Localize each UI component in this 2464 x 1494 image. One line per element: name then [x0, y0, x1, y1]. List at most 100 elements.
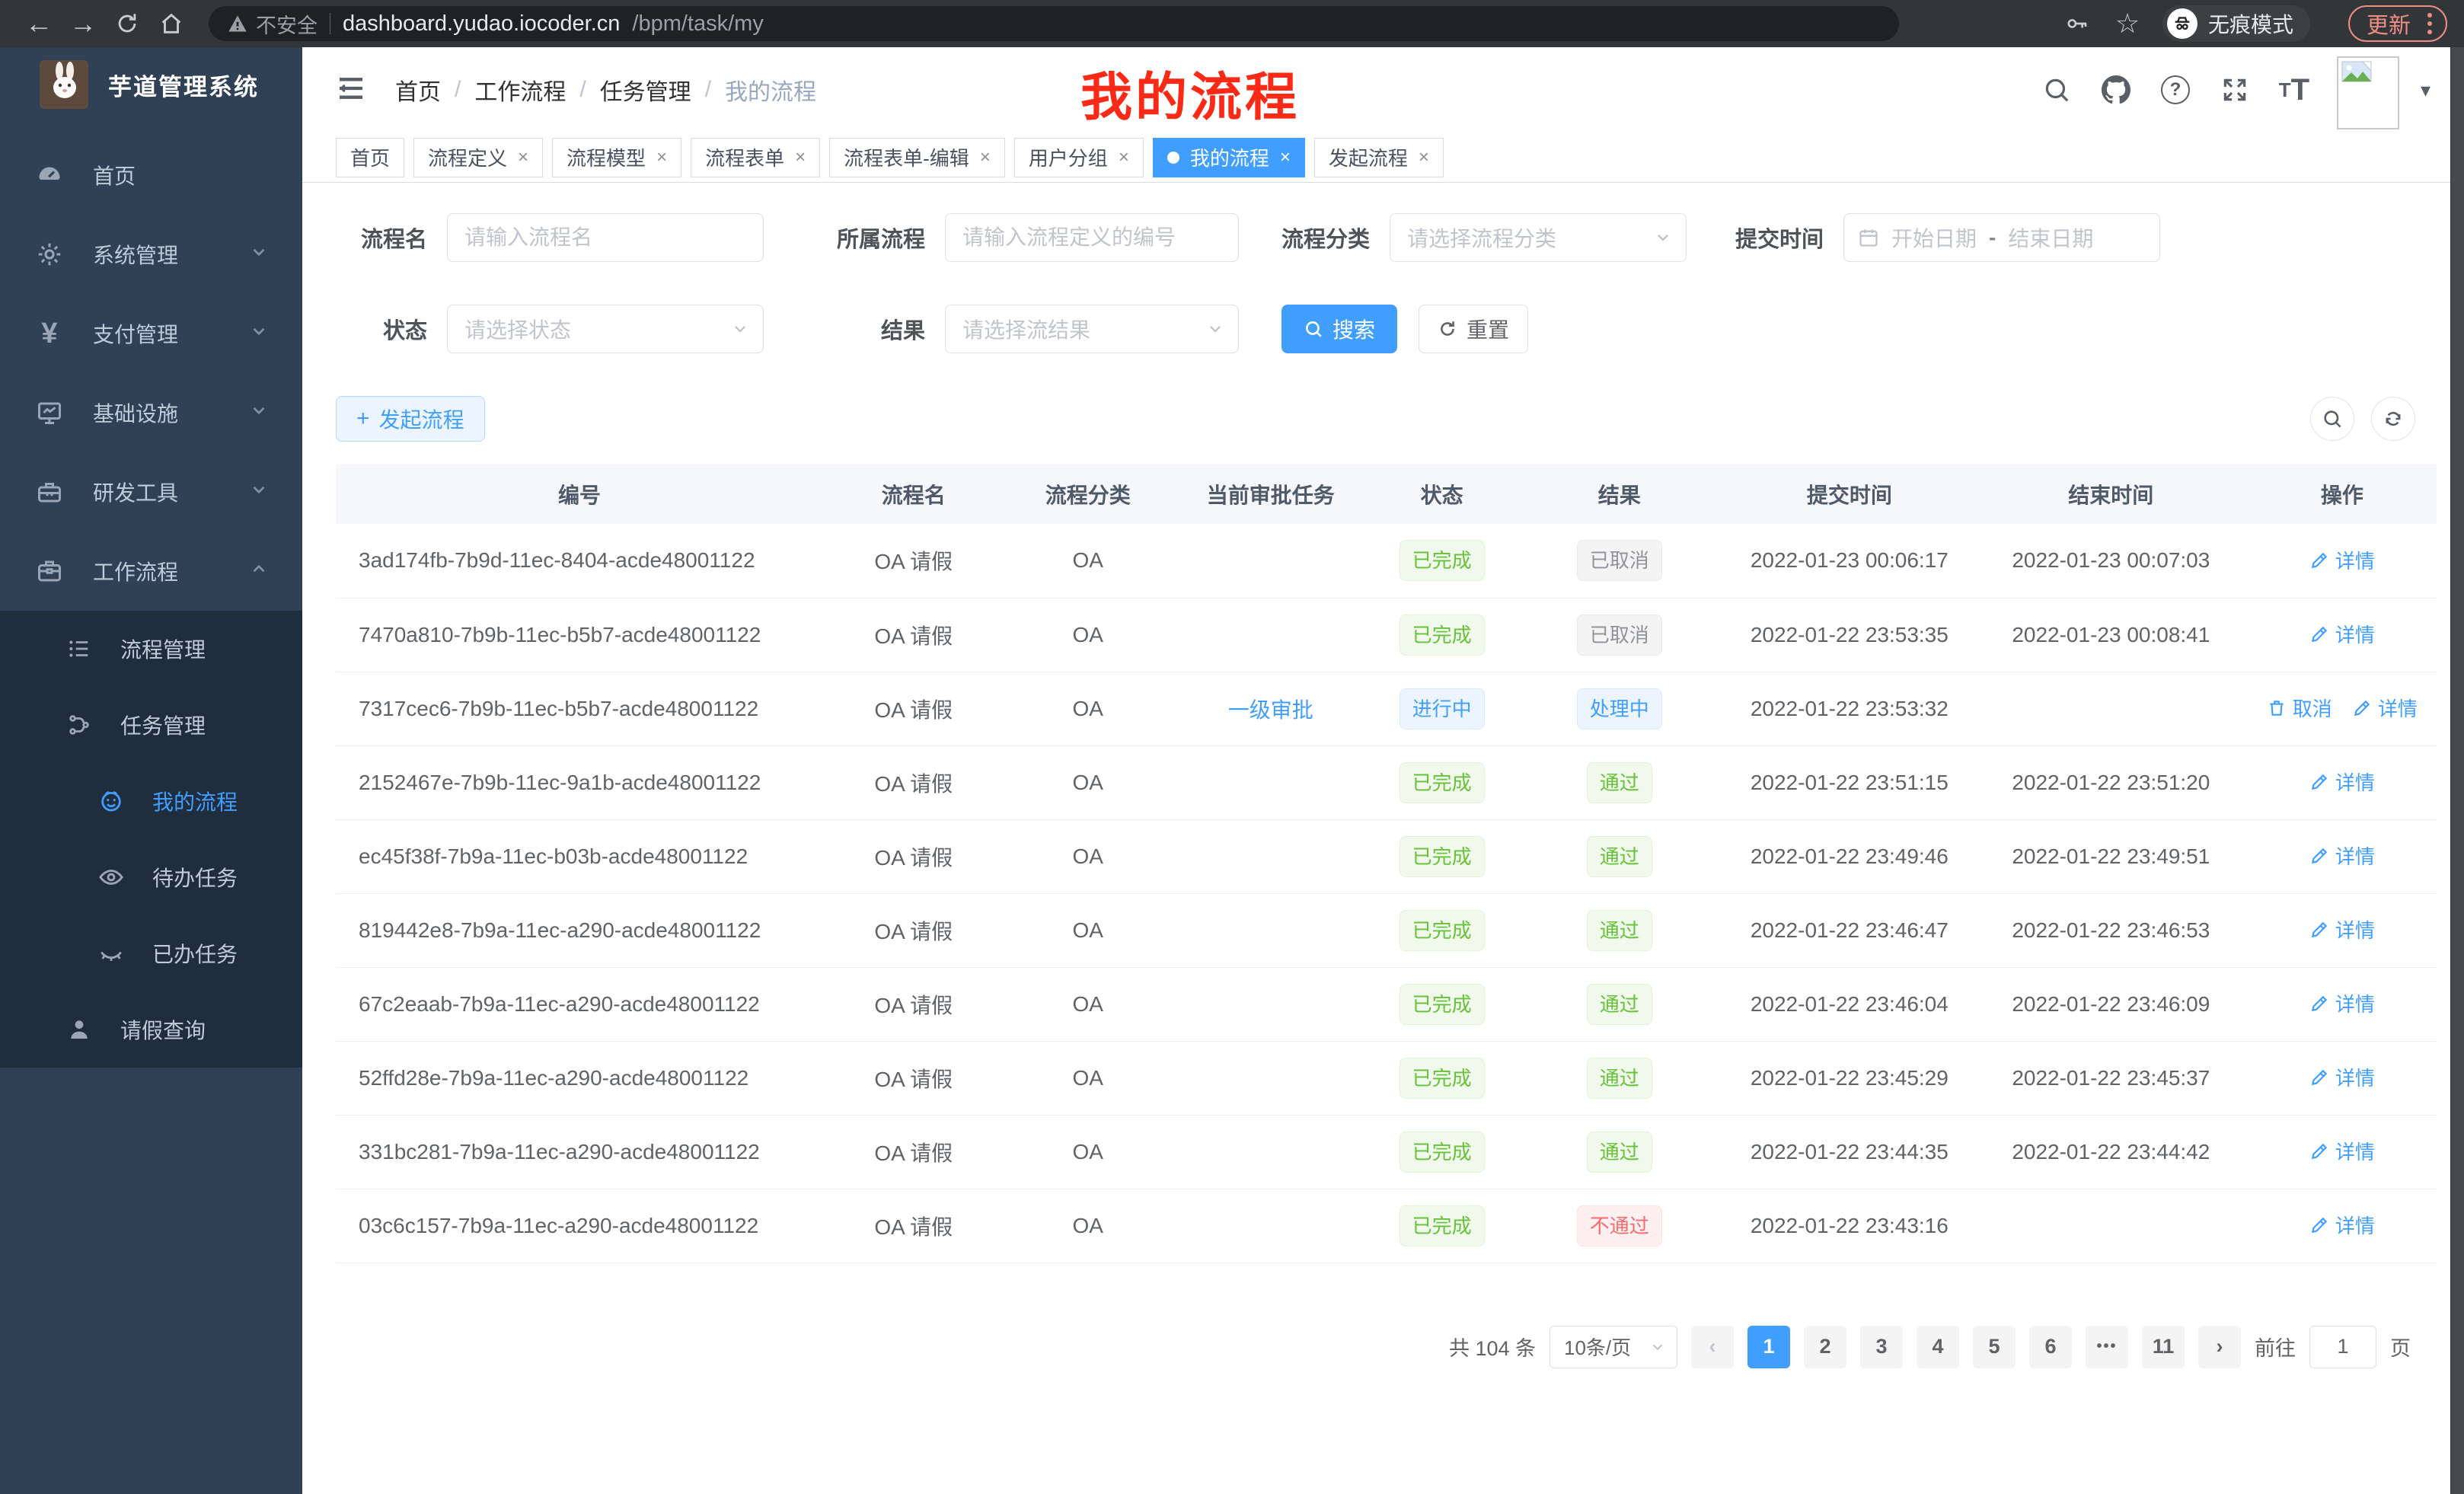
tab-user-group[interactable]: 用户分组 ×: [1014, 138, 1144, 177]
close-icon[interactable]: ×: [656, 147, 667, 168]
detail-link[interactable]: 详情: [2309, 768, 2375, 796]
filter-name-label: 流程名: [336, 222, 427, 254]
page-button-5[interactable]: 5: [1973, 1326, 2016, 1368]
detail-link[interactable]: 详情: [2309, 841, 2375, 870]
tab-start-process[interactable]: 发起流程 ×: [1314, 138, 1444, 177]
detail-link[interactable]: 详情: [2352, 694, 2418, 722]
forward-icon[interactable]: →: [61, 5, 105, 42]
bookmark-star-icon[interactable]: ☆: [2112, 8, 2143, 39]
detail-link[interactable]: 详情: [2309, 915, 2375, 943]
result-badge: 通过: [1587, 1132, 1652, 1173]
page-button-2[interactable]: 2: [1804, 1326, 1846, 1368]
detail-link[interactable]: 详情: [2309, 989, 2375, 1017]
tab-process-form[interactable]: 流程表单 ×: [691, 138, 820, 177]
page-button-1[interactable]: 1: [1747, 1326, 1790, 1368]
plus-icon: +: [356, 406, 370, 432]
more-pages-button[interactable]: •••: [2086, 1326, 2128, 1368]
incognito-icon: [2167, 8, 2197, 39]
breadcrumb-task-mgmt[interactable]: 任务管理: [600, 73, 691, 107]
sidebar-item-my-process[interactable]: 我的流程: [0, 763, 302, 839]
key-icon[interactable]: [2062, 8, 2092, 39]
reset-button-label: 重置: [1467, 314, 1509, 344]
select-placeholder: 请选择状态: [464, 314, 731, 344]
page-button-6[interactable]: 6: [2029, 1326, 2072, 1368]
sidebar-item-label: 研发工具: [93, 477, 178, 507]
next-page-button[interactable]: ›: [2198, 1326, 2241, 1368]
close-icon[interactable]: ×: [518, 147, 528, 168]
security-warning[interactable]: 不安全: [227, 9, 318, 39]
goto-page-input[interactable]: [2309, 1326, 2376, 1368]
sidebar-item-leave-query[interactable]: 请假查询: [0, 991, 302, 1068]
page-button-4[interactable]: 4: [1917, 1326, 1959, 1368]
table-row: 03c6c157-7b9a-11ec-a290-acde48001122 OA …: [336, 1189, 2437, 1263]
browser-update-pill[interactable]: 更新: [2348, 5, 2447, 42]
sidebar-item-devtools[interactable]: 研发工具: [0, 452, 302, 532]
app-logo-row[interactable]: 芋道管理系统: [0, 47, 302, 122]
breadcrumb-workflow[interactable]: 工作流程: [474, 73, 566, 107]
address-bar[interactable]: 不安全 dashboard.yudao.iocoder.cn/bpm/task/…: [209, 6, 1899, 41]
browser-menu-icon[interactable]: [2424, 10, 2435, 37]
process-definition-input[interactable]: [945, 213, 1239, 262]
start-date-placeholder: 开始日期: [1891, 222, 1977, 253]
hamburger-icon[interactable]: [336, 73, 369, 107]
detail-link[interactable]: 详情: [2309, 1063, 2375, 1091]
start-process-button[interactable]: + 发起流程: [336, 396, 485, 442]
page-size-select[interactable]: 10条/页: [1550, 1326, 1677, 1368]
search-button-label: 搜索: [1333, 314, 1375, 344]
search-icon[interactable]: [2040, 73, 2073, 107]
refresh-table-button[interactable]: [2371, 397, 2415, 441]
back-icon[interactable]: ←: [17, 5, 61, 42]
chevron-down-icon: [249, 242, 269, 267]
search-button[interactable]: 搜索: [1281, 305, 1397, 353]
browser-scrollbar[interactable]: [2450, 47, 2464, 1494]
prev-page-button[interactable]: ‹: [1691, 1326, 1734, 1368]
breadcrumb-home[interactable]: 首页: [395, 73, 441, 107]
close-icon[interactable]: ×: [1119, 147, 1129, 168]
close-icon[interactable]: ×: [1419, 147, 1429, 168]
sidebar-item-todo-tasks[interactable]: 待办任务: [0, 839, 302, 915]
process-category-select[interactable]: 请选择流程分类: [1390, 213, 1687, 262]
close-icon[interactable]: ×: [795, 147, 806, 168]
close-icon[interactable]: ×: [980, 147, 991, 168]
detail-link[interactable]: 详情: [2309, 620, 2375, 648]
table-row: 3ad174fb-7b9d-11ec-8404-acde48001122 OA …: [336, 524, 2437, 598]
sidebar-item-process-mgmt[interactable]: 流程管理: [0, 611, 302, 687]
sidebar-item-system[interactable]: 系统管理: [0, 215, 302, 294]
home-icon[interactable]: [149, 5, 193, 42]
page-button-3[interactable]: 3: [1860, 1326, 1903, 1368]
help-icon[interactable]: ?: [2159, 73, 2192, 107]
current-task-link[interactable]: 一级审批: [1228, 698, 1313, 722]
detail-link[interactable]: 详情: [2309, 1137, 2375, 1165]
detail-link[interactable]: 详情: [2309, 1211, 2375, 1239]
cancel-link[interactable]: 取消: [2267, 694, 2332, 722]
process-name-input[interactable]: [447, 213, 764, 262]
update-label[interactable]: 更新: [2367, 8, 2411, 40]
sidebar-item-infra[interactable]: 基础设施: [0, 373, 302, 452]
reset-button[interactable]: 重置: [1419, 305, 1528, 353]
reload-icon[interactable]: [105, 5, 149, 42]
sidebar-item-payment[interactable]: ¥ 支付管理: [0, 294, 302, 373]
avatar[interactable]: [2337, 56, 2399, 129]
submit-time-range-picker[interactable]: 开始日期 - 结束日期: [1843, 213, 2160, 262]
close-icon[interactable]: ×: [1280, 147, 1291, 168]
tab-process-definition[interactable]: 流程定义 ×: [413, 138, 543, 177]
text-size-icon[interactable]: TT: [2277, 73, 2311, 107]
result-select[interactable]: 请选择流结果: [945, 305, 1239, 353]
detail-link[interactable]: 详情: [2309, 546, 2375, 574]
avatar-caret-icon[interactable]: ▾: [2421, 78, 2430, 102]
toggle-search-button[interactable]: [2310, 397, 2354, 441]
search-icon: [1304, 319, 1323, 339]
tab-process-model[interactable]: 流程模型 ×: [552, 138, 681, 177]
sidebar-item-done-tasks[interactable]: 已办任务: [0, 915, 302, 991]
tab-home[interactable]: 首页: [336, 138, 404, 177]
fullscreen-icon[interactable]: [2218, 73, 2252, 107]
page-button-11[interactable]: 11: [2142, 1326, 2185, 1368]
sidebar-item-workflow[interactable]: 工作流程: [0, 532, 302, 611]
github-icon[interactable]: [2099, 73, 2133, 107]
sidebar-item-task-mgmt[interactable]: 任务管理: [0, 687, 302, 763]
tab-process-form-edit[interactable]: 流程表单-编辑 ×: [829, 138, 1005, 177]
tab-my-process[interactable]: 我的流程 ×: [1153, 138, 1305, 177]
sidebar-item-home[interactable]: 首页: [0, 136, 302, 215]
result-badge: 已取消: [1577, 615, 1662, 656]
status-select[interactable]: 请选择状态: [447, 305, 764, 353]
